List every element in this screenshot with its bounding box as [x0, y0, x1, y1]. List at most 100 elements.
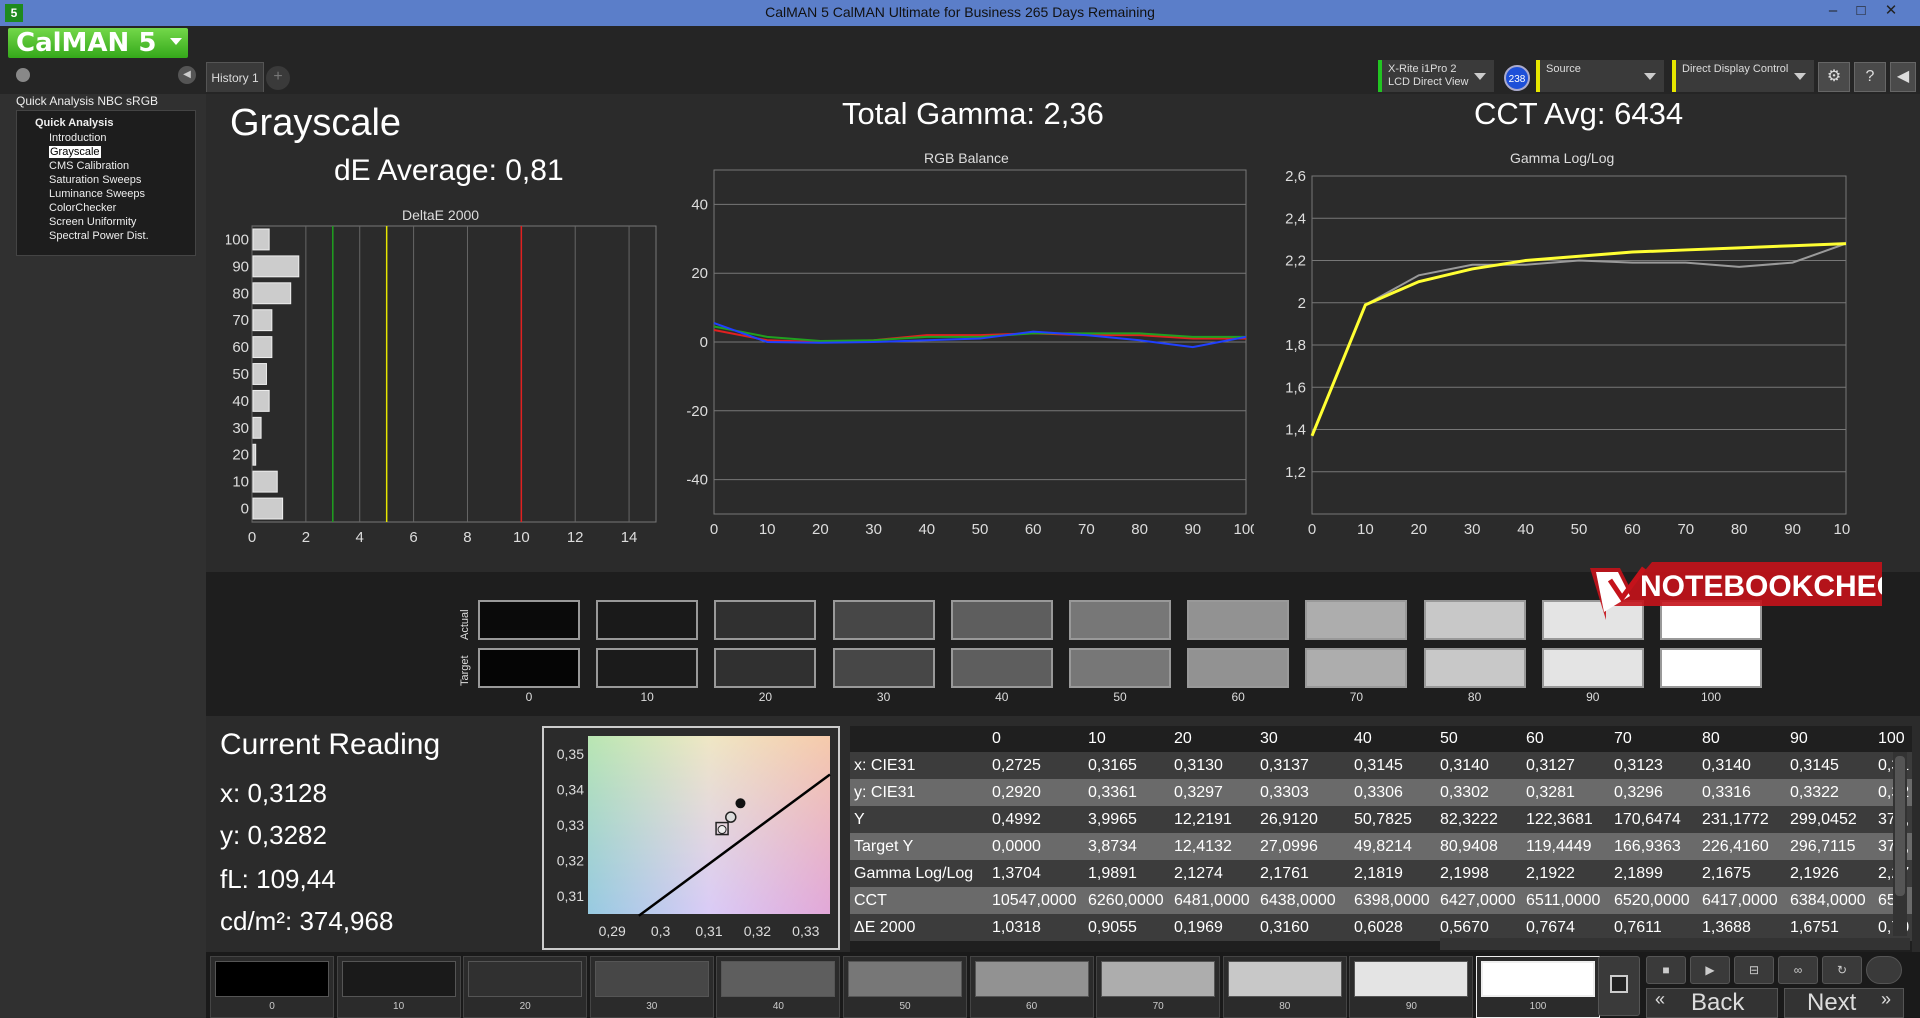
y-tick-label: 0,33: [557, 817, 584, 833]
next-button[interactable]: Next »: [1784, 988, 1904, 1018]
stop-button[interactable]: [1598, 956, 1640, 1016]
table-cell: 0,3145: [1354, 757, 1403, 774]
help-icon: ?: [1865, 68, 1875, 85]
table-cell: 2,1761: [1260, 865, 1309, 882]
deltae-bar: [252, 497, 284, 520]
tree-item-spectral-power[interactable]: Spectral Power Dist.: [49, 230, 149, 242]
y-tick-label: 0,35: [557, 746, 584, 762]
x-tick-label: 0,33: [792, 923, 819, 939]
maximize-button[interactable]: □: [1846, 1, 1876, 23]
table-row: y: CIE31 0,2920 0,3361 0,3297 0,3303 0,3306 0,…: [850, 779, 1912, 806]
deltae-chart-title: DeltaE 2000: [402, 207, 480, 223]
tree-item-grayscale[interactable]: Grayscale: [49, 146, 101, 158]
close-button[interactable]: ✕: [1876, 1, 1906, 23]
pattern-level-label: 80: [1279, 1001, 1291, 1012]
collapse-icon: ◀: [1896, 68, 1910, 85]
calman-logo-menu[interactable]: CalMAN 5: [8, 28, 188, 58]
table-cell: 231,1772: [1702, 811, 1769, 828]
table-vertical-scrollbar[interactable]: [1893, 752, 1907, 936]
measure-button[interactable]: ⊟: [1734, 956, 1774, 984]
gear-icon: ⚙: [1826, 68, 1842, 85]
y-tick-label: 1,6: [1285, 379, 1306, 396]
y-tick-label: 50: [232, 366, 249, 383]
back-button[interactable]: « Back: [1646, 988, 1778, 1018]
deltae-bar: [252, 443, 257, 466]
watermark-text: NOTEBOOKCHECK: [1640, 570, 1882, 603]
pattern-select-70[interactable]: 70: [1096, 956, 1221, 1018]
meter-status-badge[interactable]: 238: [1504, 65, 1530, 91]
pattern-select-100[interactable]: 100: [1476, 956, 1600, 1018]
y-tick-label: 0,34: [557, 781, 584, 797]
target-swatch: [714, 648, 817, 688]
tree-root-quick-analysis[interactable]: Quick Analysis: [35, 117, 113, 129]
row-label: Y: [854, 811, 865, 828]
minimize-button[interactable]: –: [1818, 1, 1848, 23]
pattern-select-60[interactable]: 60: [969, 956, 1094, 1018]
workflow-title: Quick Analysis NBC sRGB: [16, 94, 159, 108]
table-cell: 82,3222: [1440, 811, 1498, 828]
table-cell: 296,7115: [1790, 838, 1856, 855]
record-stop-button[interactable]: ■: [1646, 956, 1686, 984]
target-swatch: [596, 648, 699, 688]
table-cell: 6511,0000: [1526, 892, 1601, 909]
actual-swatch: [1187, 600, 1290, 640]
table-cell: 1,3688: [1702, 919, 1751, 936]
x-tick-label: 80: [1131, 521, 1148, 538]
settings-button[interactable]: ⚙: [1818, 62, 1850, 92]
table-cell: 0,3361: [1088, 784, 1137, 801]
help-button[interactable]: ?: [1854, 62, 1886, 92]
tree-item-cms-calibration[interactable]: CMS Calibration: [49, 160, 129, 172]
loop-icon: ∞: [1793, 963, 1803, 977]
table-cell: 6438,0000: [1260, 892, 1336, 909]
pattern-select-0[interactable]: 0: [210, 956, 334, 1018]
table-cell: 1,3704: [992, 865, 1041, 882]
stop-icon: ■: [1662, 963, 1670, 977]
table-cell: 226,4160: [1702, 838, 1769, 855]
tree-item-colorchecker[interactable]: ColorChecker: [49, 202, 116, 214]
tree-item-saturation-sweeps[interactable]: Saturation Sweeps: [49, 174, 141, 186]
reading-x: x: 0,3128: [220, 778, 327, 808]
tab-history-1[interactable]: History 1: [206, 62, 264, 92]
pattern-select-10[interactable]: 10: [336, 956, 461, 1018]
play-button[interactable]: ▶: [1690, 956, 1730, 984]
loop-button[interactable]: ∞: [1778, 956, 1818, 984]
table-cell: 166,9363: [1614, 838, 1681, 855]
table-cell: 1,9891: [1088, 865, 1137, 882]
scrollbar-thumb[interactable]: [1895, 756, 1905, 896]
table-cell: 0,3322: [1790, 784, 1839, 801]
pattern-select-30[interactable]: 30: [589, 956, 714, 1018]
deltae-bar: [252, 389, 270, 412]
source-selector[interactable]: Source: [1536, 60, 1664, 92]
tree-item-introduction[interactable]: Introduction: [49, 132, 106, 144]
pattern-swatch: [215, 961, 329, 997]
pattern-select-50[interactable]: 50: [843, 956, 967, 1018]
table-row: Y 0,4992 3,9965 12,2191 26,9120 50,7825 82,322…: [850, 806, 1912, 833]
swatch-level-label: 10: [640, 690, 654, 704]
pattern-select-80[interactable]: 80: [1222, 956, 1347, 1018]
add-tab-button[interactable]: +: [266, 66, 290, 90]
table-cell: 2,1274: [1174, 865, 1223, 882]
tree-item-luminance-sweeps[interactable]: Luminance Sweeps: [49, 188, 145, 200]
table-cell: 2,1998: [1440, 865, 1489, 882]
meter-selector[interactable]: X-Rite i1Pro 2 LCD Direct View: [1378, 60, 1494, 92]
pattern-select-20[interactable]: 20: [463, 956, 588, 1018]
table-cell: 0,3130: [1174, 757, 1223, 774]
pattern-select-40[interactable]: 40: [716, 956, 841, 1018]
pattern-select-90[interactable]: 90: [1349, 956, 1474, 1018]
sidebar-collapse-icon[interactable]: ◀: [178, 66, 196, 84]
deltae-bar: [252, 336, 273, 359]
x-tick-label: 0: [710, 521, 718, 538]
display-control-selector[interactable]: Direct Display Control: [1672, 60, 1814, 92]
x-tick-label: 10: [1357, 521, 1374, 538]
x-tick-label: 70: [1078, 521, 1095, 538]
sidebar-pin-icon[interactable]: [16, 68, 30, 82]
tree-item-screen-uniformity[interactable]: Screen Uniformity: [49, 216, 136, 228]
table-cell: 49,8214: [1354, 838, 1412, 855]
collapse-panel-button[interactable]: ◀: [1890, 62, 1916, 92]
deltae-bar: [252, 228, 270, 251]
reading-cdm2: cd/m²: 374,968: [220, 906, 394, 936]
row-label: Gamma Log/Log: [854, 865, 974, 882]
table-cell: 6520,0000: [1614, 892, 1690, 909]
table-horizontal-scrollbar[interactable]: [1440, 938, 1910, 950]
refresh-button[interactable]: ↻: [1822, 956, 1862, 984]
